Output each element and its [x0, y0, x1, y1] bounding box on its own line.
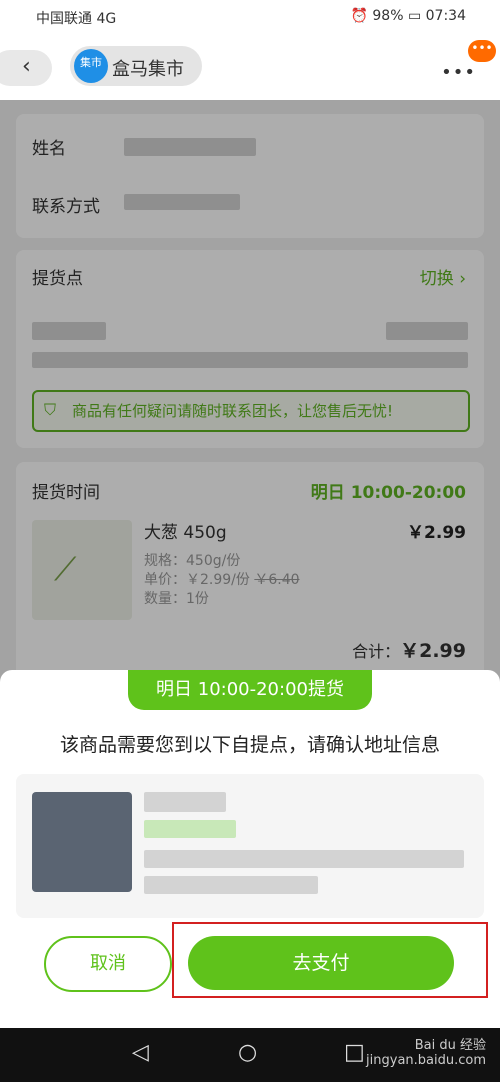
pickup-time-badge: 明日 10:00-20:00提货 — [128, 670, 372, 710]
watermark: Bai du 经验 jingyan.baidu.com — [366, 1038, 486, 1068]
battery-icon: ▭ — [407, 8, 422, 24]
status-bar: 中国联通 4G ⏰ 98% ▭ 07:34 — [0, 0, 500, 36]
store-address-line2 — [144, 876, 318, 894]
store-address-line1 — [144, 850, 464, 868]
carrier-label: 中国联通 4G — [36, 11, 117, 27]
confirm-sheet: 明日 10:00-20:00提货 该商品需要您到以下自提点，请确认地址信息 取消… — [0, 670, 500, 1028]
sheet-title: 该商品需要您到以下自提点，请确认地址信息 — [59, 734, 440, 756]
store-photo — [32, 792, 132, 892]
notification-badge: ••• — [468, 40, 496, 62]
recent-square-icon[interactable]: □ — [344, 1040, 365, 1065]
cancel-button[interactable]: 取消 — [44, 936, 172, 992]
pay-highlight — [172, 922, 488, 998]
app-header: ‹ 集市 盒马集市 ••• ••• — [0, 36, 500, 100]
chevron-left-icon: ‹ — [22, 54, 31, 79]
status-right: ⏰ 98% ▭ 07:34 — [350, 8, 466, 24]
shop-name: 盒马集市 — [112, 59, 184, 80]
more-button[interactable]: ••• — [441, 62, 476, 83]
back-triangle-icon[interactable]: ◁ — [132, 1040, 149, 1065]
alarm-icon: ⏰ — [350, 8, 368, 24]
system-nav-bar: ◁ ○ □ Bai du 经验 jingyan.baidu.com — [0, 1028, 500, 1082]
store-tag — [144, 820, 236, 838]
back-button[interactable]: ‹ — [0, 50, 52, 86]
shop-logo: 集市 — [74, 49, 108, 83]
battery-percent: 98% — [372, 8, 404, 24]
clock: 07:34 — [425, 8, 466, 24]
shop-chip[interactable]: 集市 盒马集市 — [70, 46, 202, 86]
home-circle-icon[interactable]: ○ — [238, 1040, 257, 1065]
pickup-address-card — [16, 774, 484, 918]
store-name — [144, 792, 226, 812]
